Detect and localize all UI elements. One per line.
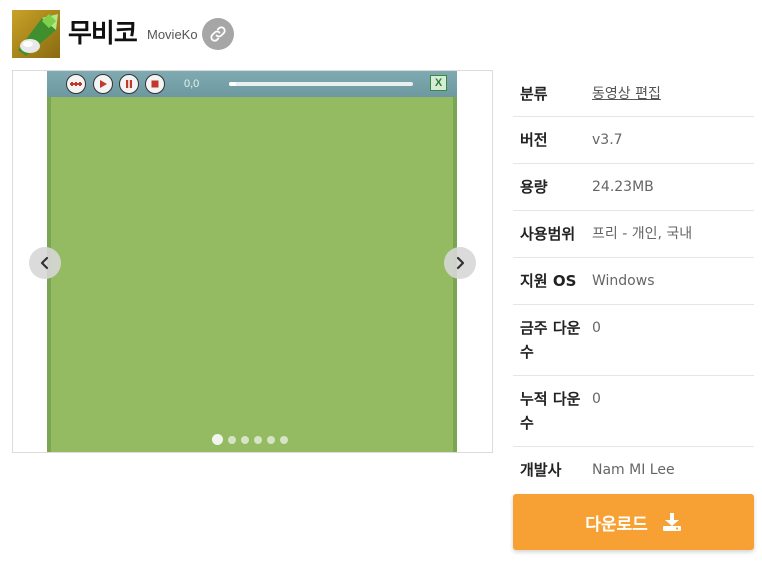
info-row-os: 지원 OS Windows (513, 258, 754, 305)
info-row-size: 용량 24.23MB (513, 164, 754, 211)
info-label: 누적 다운수 (520, 390, 581, 432)
info-value: 0 (592, 391, 601, 407)
screenshot-carousel: 0,0 X (12, 70, 493, 453)
info-value: 0 (592, 320, 601, 336)
chevron-left-icon (40, 256, 49, 270)
info-label: 금주 다운수 (520, 319, 581, 361)
info-row-total-downloads: 누적 다운수 0 (513, 376, 754, 447)
category-link[interactable]: 동영상 편집 (592, 82, 754, 116)
app-title: 무비코 (68, 19, 138, 49)
play-icon (100, 80, 107, 88)
player-close-button[interactable]: X (430, 75, 447, 91)
screenshot-slide: 0,0 X (47, 71, 457, 452)
info-row-weekly-downloads: 금주 다운수 0 (513, 305, 754, 376)
info-label: 사용범위 (520, 225, 576, 243)
carousel-dot[interactable] (280, 435, 288, 444)
info-row-version: 버전 v3.7 (513, 117, 754, 164)
info-label: 개발사 (520, 461, 562, 479)
info-table: 분류 동영상 편집 버전 v3.7 용량 24.23MB 사용범위 프리 - 개… (513, 70, 754, 491)
carousel-dot[interactable] (212, 434, 223, 445)
player-toolbar: 0,0 X (47, 71, 457, 97)
download-icon (662, 513, 682, 531)
info-value: Windows (592, 273, 655, 289)
info-label: 지원 OS (520, 272, 577, 290)
play-button[interactable] (93, 74, 113, 94)
progress-slider[interactable] (229, 82, 413, 86)
info-label: 버전 (520, 131, 548, 149)
info-value: Nam MI Lee (592, 462, 675, 478)
carousel-dots (212, 434, 288, 445)
video-area (47, 97, 457, 452)
info-label: 분류 (520, 85, 548, 103)
rewind-icon (70, 82, 82, 86)
app-subtitle: MovieKo (147, 27, 198, 42)
info-label: 용량 (520, 178, 548, 196)
playback-time: 0,0 (184, 78, 200, 90)
rewind-button[interactable] (66, 74, 86, 94)
info-row-license: 사용범위 프리 - 개인, 국내 (513, 211, 754, 258)
pause-button[interactable] (119, 74, 139, 94)
carousel-dot[interactable] (241, 435, 249, 444)
progress-fill (229, 82, 237, 86)
download-label: 다운로드 (585, 514, 648, 535)
link-icon (210, 26, 226, 42)
download-button[interactable]: 다운로드 (513, 494, 754, 550)
prev-slide-button[interactable] (29, 247, 61, 279)
info-value: 24.23MB (592, 179, 654, 195)
carousel-dot[interactable] (254, 435, 262, 444)
stop-icon (151, 80, 159, 88)
info-row-developer: 개발사 Nam MI Lee (513, 447, 754, 491)
chevron-right-icon (456, 256, 465, 270)
app-icon (12, 10, 60, 58)
info-value: v3.7 (592, 132, 623, 148)
next-slide-button[interactable] (444, 247, 476, 279)
info-row-category: 분류 동영상 편집 (513, 70, 754, 117)
carousel-dot[interactable] (228, 435, 236, 444)
carousel-dot[interactable] (267, 435, 275, 444)
link-button[interactable] (202, 18, 234, 50)
stop-button[interactable] (145, 74, 165, 94)
info-value: 프리 - 개인, 국내 (592, 226, 693, 242)
pause-icon (126, 80, 132, 88)
